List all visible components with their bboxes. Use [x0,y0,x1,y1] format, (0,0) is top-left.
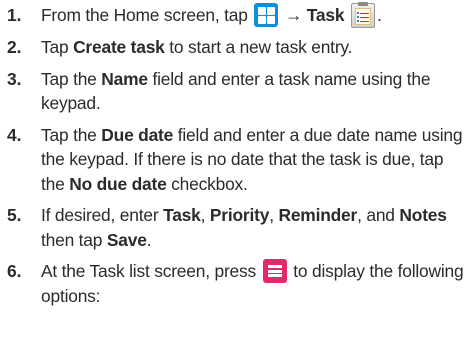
menu-key-icon [262,259,287,283]
step-number: 3. [7,68,22,89]
step-bold-term: No due date [69,173,167,194]
arrow-glyph: → [284,5,303,25]
step-number: 1. [7,5,22,25]
step-bold-term: Task [306,5,345,25]
step-text-part: If desired, enter [41,205,164,225]
step-bold-term: Task [163,205,201,225]
step-bold-term: Save [106,229,147,250]
step-bold-term: Due date [101,124,174,145]
step-bold-term: Notes [399,205,447,225]
step-text-part: , and [357,205,400,225]
step-text-part: . [377,5,382,25]
step-text: If desired, enter Task, Priority, Remind… [41,203,465,252]
step-3: 3. Tap the Name field and enter a task n… [7,67,465,116]
step-2: 2. Tap Create task to start a new task e… [7,35,465,60]
step-text-part: Tap the [41,124,102,145]
task-clipboard-icon [351,2,375,28]
step-1: 1. From the Home screen, tap → Task . [7,2,465,28]
step-4: 4. Tap the Due date field and enter a du… [7,123,465,197]
step-text: Tap Create task to start a new task entr… [41,35,465,60]
step-text-part: to start a new task entry. [164,37,353,57]
step-text-part: From the Home screen, tap [41,5,253,25]
step-bold-term: Reminder [278,205,358,225]
step-number: 5. [7,205,22,225]
step-text-part: At the Task list screen, press [41,261,261,281]
step-bold-term: Create task [73,37,165,57]
step-number: 2. [7,37,22,57]
step-text-part: then tap [41,229,107,250]
step-text-part: Tap [41,37,74,57]
step-text: Tap the Name field and enter a task name… [41,67,465,116]
apps-grid-icon [254,3,279,27]
instruction-page: 1. From the Home screen, tap → Task . 2.… [0,0,471,337]
step-number: 4. [7,124,22,145]
step-text-part: Tap the [41,68,102,89]
step-text-part: , [200,205,210,225]
step-text-part: . [146,229,152,250]
step-text-part: checkbox. [166,173,248,194]
step-text: From the Home screen, tap → Task . [41,2,465,28]
step-bold-term: Priority [209,205,270,225]
step-text: At the Task list screen, press to displa… [41,259,465,308]
step-number: 6. [7,261,22,281]
step-5: 5. If desired, enter Task, Priority, Rem… [7,203,465,252]
step-bold-term: Name [101,68,148,89]
step-text: Tap the Due date field and enter a due d… [41,123,465,197]
step-6: 6. At the Task list screen, press to dis… [7,259,465,308]
